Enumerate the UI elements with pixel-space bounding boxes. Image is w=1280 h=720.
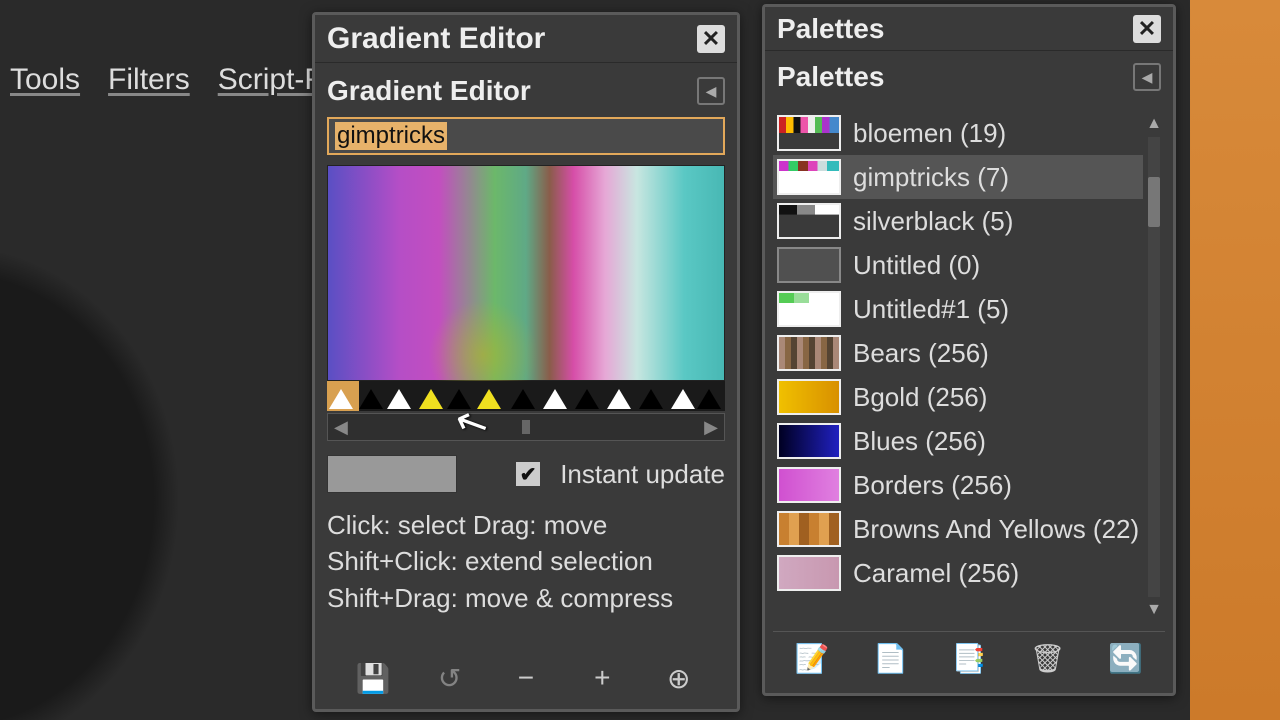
help-line-2: Shift+Click: extend selection bbox=[327, 543, 725, 579]
duplicate-palette-icon[interactable]: 📑 bbox=[948, 638, 990, 680]
palette-thumbnail bbox=[777, 511, 841, 547]
zoom-out-icon[interactable]: − bbox=[505, 657, 547, 699]
palette-thumbnail bbox=[777, 467, 841, 503]
save-icon[interactable]: 💾 bbox=[352, 657, 394, 699]
help-line-1: Click: select Drag: move bbox=[327, 507, 725, 543]
palette-thumbnail bbox=[777, 159, 841, 195]
gradient-stop-handle[interactable] bbox=[477, 389, 501, 409]
refresh-palettes-icon[interactable]: 🔄 bbox=[1105, 638, 1147, 680]
palette-row[interactable]: silverblack (5) bbox=[773, 199, 1165, 243]
palette-label: Untitled (0) bbox=[853, 250, 980, 281]
gradient-editor-panel-title: Gradient Editor bbox=[327, 75, 531, 107]
palette-row[interactable]: Blues (256) bbox=[773, 419, 1165, 463]
background-orange-strip bbox=[1190, 0, 1280, 720]
color-swatch[interactable] bbox=[327, 455, 457, 493]
palette-thumbnail bbox=[777, 291, 841, 327]
palette-thumbnail bbox=[777, 555, 841, 591]
scroll-right-icon[interactable]: ▶ bbox=[704, 417, 718, 438]
gradient-stop-handle[interactable] bbox=[387, 389, 411, 409]
palettes-window: Palettes ✕ Palettes ◀ bloemen (19) gimpt… bbox=[762, 4, 1176, 696]
scroll-thumb[interactable] bbox=[1148, 177, 1160, 227]
palette-thumbnail bbox=[777, 423, 841, 459]
gradient-midpoint-handle[interactable] bbox=[697, 389, 721, 409]
gradient-handle-row[interactable] bbox=[327, 381, 725, 411]
scroll-track[interactable] bbox=[1148, 137, 1160, 597]
close-icon[interactable]: ✕ bbox=[1133, 15, 1161, 43]
gradient-midpoint-handle[interactable] bbox=[511, 389, 535, 409]
palette-label: Bears (256) bbox=[853, 338, 989, 369]
palette-thumbnail bbox=[777, 115, 841, 151]
gradient-stop-handle[interactable] bbox=[329, 389, 353, 409]
palette-label: gimptricks (7) bbox=[853, 162, 1009, 193]
instant-update-label: Instant update bbox=[560, 459, 725, 490]
zoom-in-icon[interactable]: + bbox=[581, 657, 623, 699]
gradient-editor-titlebar[interactable]: Gradient Editor ✕ bbox=[315, 15, 737, 63]
gradient-stop-handle[interactable] bbox=[419, 389, 443, 409]
gradient-stop-handle[interactable] bbox=[543, 389, 567, 409]
background-curve bbox=[0, 100, 310, 720]
palette-row[interactable]: Caramel (256) bbox=[773, 551, 1165, 595]
gradient-stop-handle[interactable] bbox=[671, 389, 695, 409]
palette-row[interactable]: Untitled (0) bbox=[773, 243, 1165, 287]
help-text: Click: select Drag: move Shift+Click: ex… bbox=[327, 507, 725, 616]
scroll-left-icon[interactable]: ◀ bbox=[334, 417, 348, 438]
revert-icon[interactable]: ↺ bbox=[429, 657, 471, 699]
instant-update-checkbox[interactable]: ✔ bbox=[516, 462, 540, 486]
palette-label: Browns And Yellows (22) bbox=[853, 514, 1139, 545]
palettes-scrollbar[interactable]: ▲ ▼ bbox=[1143, 111, 1165, 623]
palette-row[interactable]: Browns And Yellows (22) bbox=[773, 507, 1165, 551]
palette-row[interactable]: gimptricks (7) bbox=[773, 155, 1165, 199]
scroll-down-icon[interactable]: ▼ bbox=[1146, 601, 1162, 619]
close-icon[interactable]: ✕ bbox=[697, 25, 725, 53]
palette-label: Blues (256) bbox=[853, 426, 986, 457]
gradient-midpoint-handle[interactable] bbox=[575, 389, 599, 409]
palette-label: Untitled#1 (5) bbox=[853, 294, 1009, 325]
new-palette-icon[interactable]: 📄 bbox=[870, 638, 912, 680]
gradient-midpoint-handle[interactable] bbox=[639, 389, 663, 409]
edit-palette-icon[interactable]: 📝 bbox=[791, 638, 833, 680]
panel-menu-icon[interactable]: ◀ bbox=[1133, 63, 1161, 91]
palette-row[interactable]: Untitled#1 (5) bbox=[773, 287, 1165, 331]
gradient-editor-window: Gradient Editor ✕ Gradient Editor ◀ gimp… bbox=[312, 12, 740, 712]
gradient-scrollbar[interactable]: ◀ ▶ bbox=[327, 413, 725, 441]
main-menubar: Tools Filters Script-Fu bbox=[0, 55, 349, 105]
palette-thumbnail bbox=[777, 203, 841, 239]
palette-thumbnail bbox=[777, 247, 841, 283]
palette-row[interactable]: Borders (256) bbox=[773, 463, 1165, 507]
palette-label: Borders (256) bbox=[853, 470, 1012, 501]
gradient-editor-title: Gradient Editor bbox=[327, 22, 545, 56]
palette-label: Caramel (256) bbox=[853, 558, 1019, 589]
menu-tools[interactable]: Tools bbox=[10, 63, 80, 97]
gradient-midpoint-handle[interactable] bbox=[359, 389, 383, 409]
palette-label: Bgold (256) bbox=[853, 382, 987, 413]
palettes-toolbar: 📝 📄 📑 🗑 🔄 bbox=[773, 631, 1165, 685]
palette-row[interactable]: Bears (256) bbox=[773, 331, 1165, 375]
palette-row[interactable]: Bgold (256) bbox=[773, 375, 1165, 419]
scroll-up-icon[interactable]: ▲ bbox=[1146, 115, 1162, 133]
palettes-list: bloemen (19) gimptricks (7) silverblack … bbox=[773, 111, 1165, 623]
palette-thumbnail bbox=[777, 335, 841, 371]
palette-label: bloemen (19) bbox=[853, 118, 1006, 149]
gradient-name-value: gimptricks bbox=[335, 122, 447, 150]
gradient-stop-handle[interactable] bbox=[607, 389, 631, 409]
panel-menu-icon[interactable]: ◀ bbox=[697, 77, 725, 105]
palettes-panel-title: Palettes bbox=[777, 61, 884, 93]
help-line-3: Shift+Drag: move & compress bbox=[327, 580, 725, 616]
delete-palette-icon[interactable]: 🗑 bbox=[1026, 638, 1068, 680]
palette-thumbnail bbox=[777, 379, 841, 415]
gradient-preview[interactable] bbox=[327, 165, 725, 381]
palettes-titlebar[interactable]: Palettes ✕ bbox=[765, 7, 1173, 51]
menu-filters[interactable]: Filters bbox=[108, 63, 190, 97]
gradient-name-input[interactable]: gimptricks bbox=[327, 117, 725, 155]
scroll-thumb[interactable] bbox=[522, 420, 530, 434]
gradient-editor-toolbar: 💾 ↺ − + ⊕ bbox=[315, 657, 737, 699]
palette-label: silverblack (5) bbox=[853, 206, 1013, 237]
palettes-title: Palettes bbox=[777, 13, 884, 45]
palette-row[interactable]: bloemen (19) bbox=[773, 111, 1165, 155]
zoom-fit-icon[interactable]: ⊕ bbox=[658, 657, 700, 699]
gradient-midpoint-handle[interactable] bbox=[447, 389, 471, 409]
